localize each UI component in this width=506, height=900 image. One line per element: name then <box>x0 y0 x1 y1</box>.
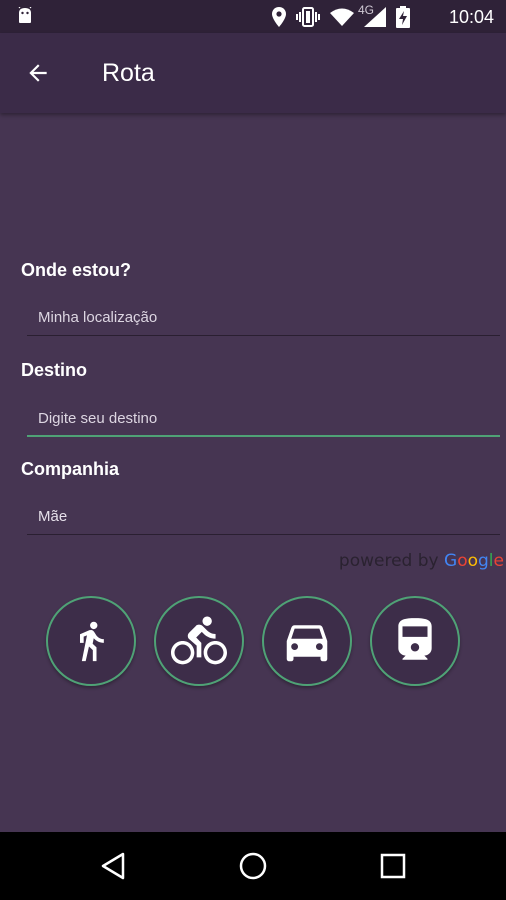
nav-recents-button[interactable] <box>377 850 409 882</box>
transport-modes <box>46 596 460 686</box>
back-button[interactable] <box>20 55 56 91</box>
companion-input[interactable] <box>27 491 500 535</box>
walk-button[interactable] <box>46 596 136 686</box>
car-icon <box>286 625 328 662</box>
app-bar: Rota <box>0 33 506 113</box>
back-triangle-icon <box>101 852 125 880</box>
vibrate-icon <box>296 7 320 27</box>
status-bar: 4G 10:04 <box>0 0 506 33</box>
origin-label: Onde estou? <box>21 260 132 280</box>
nav-back-button[interactable] <box>97 850 129 882</box>
system-nav-bar <box>0 832 506 900</box>
destination-field-container <box>27 393 500 437</box>
page-title: Rota <box>102 59 155 87</box>
google-logo: Google <box>444 551 504 571</box>
destination-input[interactable] <box>27 393 500 437</box>
recents-square-icon <box>380 853 406 879</box>
companion-field-container <box>27 491 500 535</box>
powered-by-text: powered by <box>338 551 439 571</box>
nav-home-button[interactable] <box>237 850 269 882</box>
origin-field-container <box>27 292 500 336</box>
bike-icon <box>171 616 227 665</box>
android-icon <box>18 7 32 23</box>
powered-by-google: powered by Google <box>339 551 504 571</box>
home-circle-icon <box>239 852 267 880</box>
destination-underline <box>27 435 500 437</box>
battery-charging-icon <box>396 6 410 28</box>
transit-button[interactable] <box>370 596 460 686</box>
companion-underline <box>27 534 500 535</box>
car-button[interactable] <box>262 596 352 686</box>
origin-underline <box>27 335 500 336</box>
location-pin-icon <box>272 7 286 27</box>
clock: 10:04 <box>448 7 494 27</box>
network-type: 4G <box>358 3 375 17</box>
walk-icon <box>80 621 104 662</box>
wifi-icon <box>330 8 354 26</box>
destination-label: Destino <box>21 360 88 380</box>
companion-label: Companhia <box>21 459 120 479</box>
origin-input[interactable] <box>27 292 500 336</box>
train-icon <box>398 618 432 660</box>
arrow-back-icon <box>29 64 47 82</box>
bike-button[interactable] <box>154 596 244 686</box>
